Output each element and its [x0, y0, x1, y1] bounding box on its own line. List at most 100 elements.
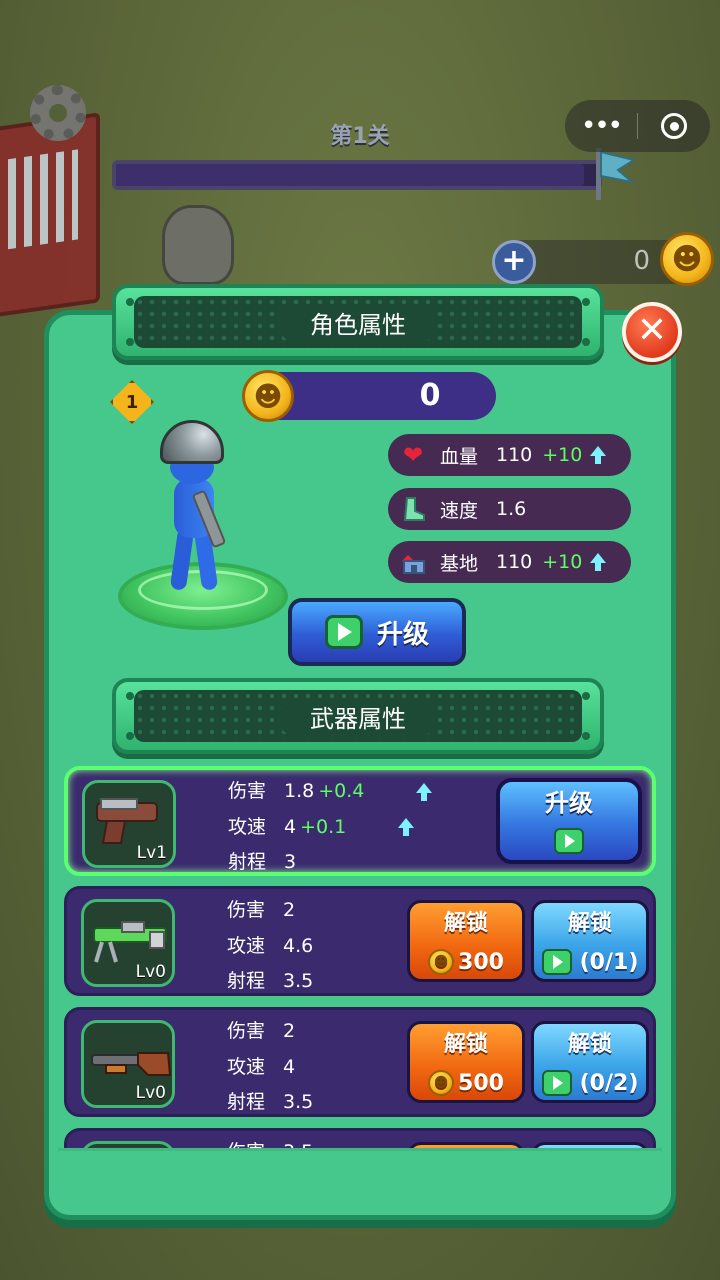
character-attributes-title: 角色属性 — [282, 304, 434, 340]
stat-label: 攻速 — [227, 1055, 266, 1078]
unlock-with-video-button[interactable]: 解锁 (0/2) — [531, 1021, 649, 1103]
stat-value: 2 — [283, 899, 296, 921]
weapon-stat-range: 射程 3 — [228, 845, 432, 881]
video-ad-icon — [541, 1070, 572, 1096]
upgrade-label: 升级 — [376, 619, 429, 650]
skull-coin-icon: ☻ — [242, 370, 294, 422]
upgrade-arrow-icon — [398, 818, 415, 837]
gold-value: 0 — [419, 378, 441, 413]
close-miniprogram-button[interactable] — [638, 113, 710, 139]
stat-label: 血量 — [440, 445, 479, 468]
target-icon — [661, 113, 687, 139]
upgrade-label: 升级 — [545, 789, 593, 817]
unlock-with-coins-button[interactable]: 解锁 ☻ 300 — [407, 900, 525, 982]
upgrade-arrow-icon — [590, 553, 607, 571]
stat-value: 2 — [283, 1020, 296, 1042]
stat-value: 3.5 — [283, 1091, 314, 1113]
weapon-stats: 伤害 1.8 +0.4 攻速 4 +0.1 射程 3 — [228, 774, 433, 881]
house-building — [0, 112, 100, 318]
unlock-label: 解锁 — [567, 911, 612, 936]
weapon-stat-damage: 伤害 1.8 +0.4 — [228, 774, 433, 810]
upgrade-arrow-icon — [416, 782, 433, 801]
more-menu-button[interactable]: ••• — [565, 111, 637, 141]
stat-label: 攻速 — [227, 934, 266, 957]
miniprogram-capsule: ••• — [565, 100, 710, 152]
unlock-label: 解锁 — [443, 911, 488, 936]
goal-flag-icon — [596, 148, 637, 200]
stat-speed: 速度 1.6 — [388, 488, 631, 530]
weapon-row-shotgun[interactable]: Lv0 伤害 2 攻速 4 射程 3.5 解锁 ☻ 500 解锁 (0/2) — [64, 1007, 656, 1117]
weapon-level: Lv0 — [135, 962, 166, 982]
pistol-icon — [96, 798, 158, 844]
stat-label: 射程 — [228, 851, 267, 873]
boot-icon — [396, 492, 430, 526]
weapon-thumbnail: Lv0 — [81, 1020, 175, 1108]
stat-label: 射程 — [227, 970, 266, 992]
skull-coin-icon: ☻ — [428, 949, 455, 975]
stat-bonus: +0.1 — [300, 815, 347, 838]
stat-bonus: +10 — [542, 551, 583, 573]
shotgun-icon — [91, 1052, 172, 1076]
stat-value: 4 — [283, 1055, 296, 1078]
upgrade-arrow-icon — [590, 446, 607, 464]
add-coins-button[interactable]: + — [492, 240, 536, 284]
unlock-label: 解锁 — [443, 1032, 488, 1057]
video-progress: (0/1) — [579, 949, 639, 975]
level-progress-fill — [116, 164, 584, 186]
weapon-row-partial[interactable]: 伤害3.5 — [64, 1128, 656, 1150]
weapon-attributes-title: 武器属性 — [282, 698, 434, 734]
video-ad-icon — [554, 828, 584, 854]
weapon-row-pistol[interactable]: Lv1 伤害 1.8 +0.4 攻速 4 +0.1 射程 3 升级 — [64, 766, 656, 876]
character-attributes-header: 角色属性 — [112, 284, 604, 360]
weapon-stat-attack-speed: 攻速 4 +0.1 — [228, 810, 432, 846]
coin-balance-value: 0 — [633, 246, 650, 276]
stat-bonus: +0.4 — [318, 780, 365, 802]
weapon-upgrade-button[interactable]: 升级 — [496, 778, 642, 864]
video-ad-icon — [541, 949, 572, 975]
unlock-with-video-button[interactable]: 解锁 (0/1) — [531, 900, 649, 982]
stat-label: 攻速 — [228, 815, 267, 838]
skull-coin-icon: ☻ — [660, 232, 714, 286]
hero-character — [150, 420, 260, 595]
weapon-thumbnail: Lv0 — [81, 899, 175, 987]
stat-label: 伤害 — [228, 780, 267, 802]
stat-value: 110 — [496, 444, 533, 466]
weapon-level: Lv1 — [136, 843, 167, 863]
stat-base: 基地 110 +10 — [388, 541, 631, 583]
stat-value: 1.6 — [496, 498, 527, 520]
weapon-stats: 伤害 2 攻速 4 射程 3.5 — [227, 1014, 317, 1121]
character-upgrade-button[interactable]: 升级 — [288, 598, 466, 666]
unlock-cost: 300 — [458, 949, 504, 975]
stat-value: 3 — [284, 851, 297, 873]
stat-label: 基地 — [440, 552, 479, 575]
level-title: 第1关 — [330, 124, 390, 149]
weapon-attributes-header: 武器属性 — [112, 678, 604, 754]
weapon-row-machine-gun[interactable]: Lv0 伤害 2 攻速 4.6 射程 3.5 解锁 ☻ 300 解锁 (0/1) — [64, 886, 656, 996]
weapon-stats: 伤害 2 攻速 4.6 射程 3.5 — [227, 893, 317, 1000]
stat-label: 速度 — [440, 499, 479, 522]
stat-label: 伤害 — [227, 899, 266, 921]
stat-value: 3.5 — [283, 970, 314, 992]
stat-health: ❤ 血量 110 +10 — [388, 434, 631, 476]
stat-value: 4 — [284, 815, 297, 838]
weapon-list[interactable]: Lv1 伤害 1.8 +0.4 攻速 4 +0.1 射程 3 升级 Lv0 伤害 2 攻速 4… — [60, 762, 660, 1150]
machine-gun-icon — [93, 921, 167, 963]
skull-coin-icon: ☻ — [428, 1070, 455, 1096]
settings-gear-icon[interactable] — [30, 85, 86, 141]
rock-obstacle — [162, 205, 234, 285]
unlock-label: 解锁 — [567, 1032, 612, 1057]
weapon-level: Lv0 — [135, 1083, 166, 1103]
stat-label: 伤害 — [227, 1020, 266, 1042]
base-icon — [396, 545, 430, 579]
stat-value: 4.6 — [283, 934, 314, 957]
unlock-with-coins-button[interactable]: 解锁 ☻ 500 — [407, 1021, 525, 1103]
level-progress-bar — [112, 160, 602, 190]
panel-footer — [58, 1148, 662, 1208]
stat-value: 110 — [496, 551, 533, 573]
heart-icon: ❤ — [402, 441, 424, 469]
unlock-cost: 500 — [458, 1070, 504, 1096]
weapon-thumbnail: Lv1 — [82, 780, 176, 868]
video-progress: (0/2) — [579, 1070, 639, 1096]
video-ad-icon — [324, 615, 363, 649]
close-button[interactable]: ✕ — [622, 302, 682, 362]
